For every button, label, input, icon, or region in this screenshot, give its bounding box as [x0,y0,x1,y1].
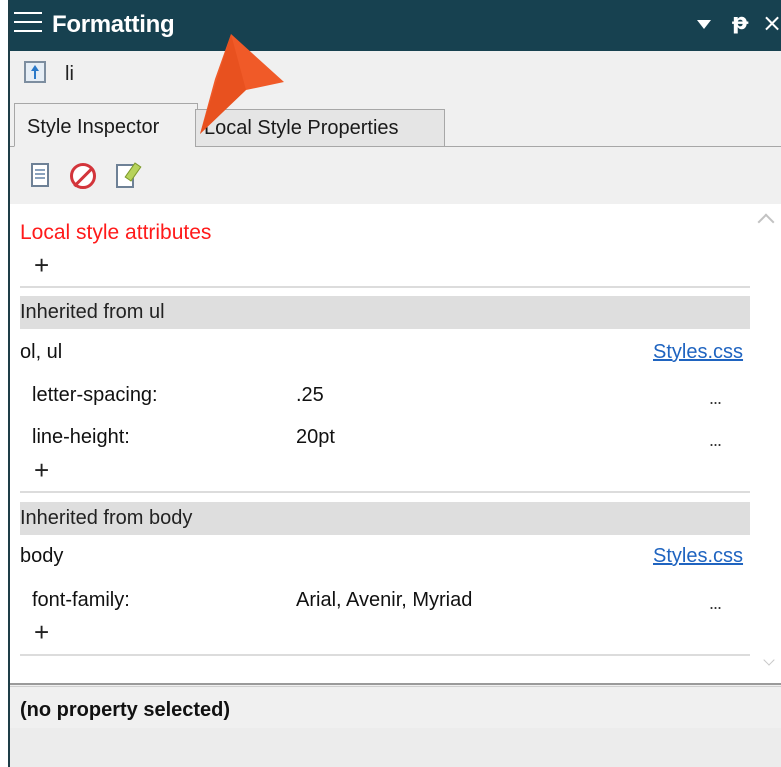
remove-style-icon[interactable] [70,163,96,189]
pin-icon[interactable]: ᵽ [732,10,748,35]
formatting-window: Formatting ᵽ × li Style Inspector Local … [8,0,781,767]
element-name: li [65,63,74,85]
add-property-button[interactable]: + [34,457,49,483]
stylesheet-link[interactable]: Styles.css [653,341,743,364]
property-description-area [10,728,781,767]
status-bar: (no property selected) [10,686,781,728]
property-more-button[interactable]: ... [709,388,722,409]
property-name[interactable]: line-height: [32,426,130,449]
document-icon[interactable] [28,163,54,189]
go-to-parent-icon[interactable] [24,61,46,83]
property-value[interactable]: Arial, Avenir, Myriad [296,589,472,612]
element-row: li [10,51,781,103]
property-value[interactable]: .25 [296,384,324,407]
selector-label: body [20,545,64,567]
section-header-body: Inherited from body [20,502,750,535]
scroll-up-icon[interactable] [757,213,775,231]
tab-strip: Style Inspector Local Style Properties [10,103,781,147]
toolbar [10,148,781,204]
stylesheet-link[interactable]: Styles.css [653,545,743,568]
section-header-ul: Inherited from ul [20,296,750,329]
dropdown-arrow-icon[interactable] [697,20,711,29]
style-inspector-list: Local style attributes + Inherited from … [10,204,781,685]
status-text: (no property selected) [20,699,231,721]
property-more-button[interactable]: ... [709,430,722,451]
property-value[interactable]: 20pt [296,426,335,449]
title-bar: Formatting ᵽ × [10,0,781,51]
property-name[interactable]: font-family: [32,589,130,612]
close-icon[interactable]: × [762,9,781,37]
divider [20,654,750,656]
orange-pointer-arrow [200,34,284,134]
hamburger-icon[interactable] [14,12,42,34]
window-title: Formatting [52,11,175,38]
selector-label: ol, ul [20,341,63,363]
divider [20,491,750,493]
edit-style-icon[interactable] [116,162,142,189]
scroll-down-icon[interactable] [763,654,775,666]
tab-style-inspector[interactable]: Style Inspector [14,103,198,147]
add-property-button[interactable]: + [34,619,49,645]
local-style-attributes-label: Local style attributes [20,221,212,244]
property-more-button[interactable]: ... [709,593,722,614]
property-name[interactable]: letter-spacing: [32,384,158,407]
add-local-property-button[interactable]: + [34,252,49,278]
divider [20,286,750,288]
